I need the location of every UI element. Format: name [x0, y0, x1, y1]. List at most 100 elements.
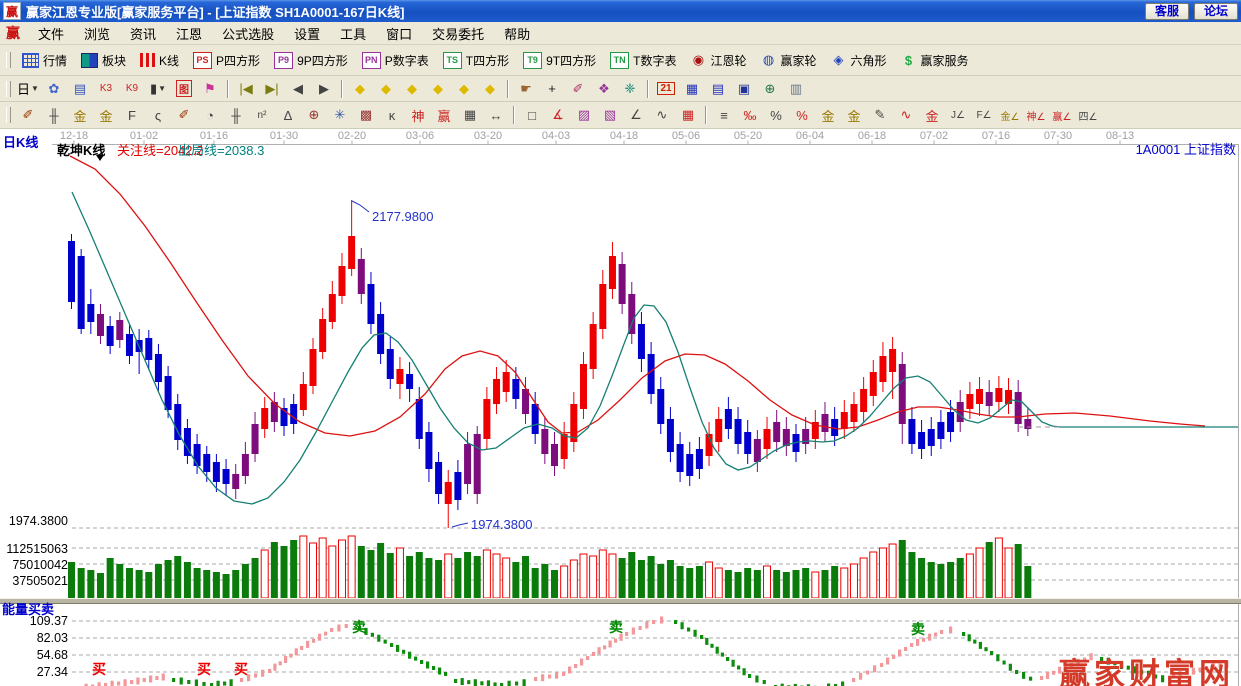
gold-box-tool[interactable]: 金: [919, 104, 945, 126]
shen-tool[interactable]: 神: [405, 104, 431, 126]
menu-item-tools[interactable]: 工具: [330, 22, 376, 45]
wave2-tool[interactable]: ∿: [893, 104, 919, 126]
menu-item-news[interactable]: 资讯: [120, 22, 166, 45]
star-lines-tool[interactable]: ✳: [327, 104, 353, 126]
gold-circle-tool[interactable]: 金: [815, 104, 841, 126]
menu-item-help[interactable]: 帮助: [494, 22, 540, 45]
gann-box-draw-tool[interactable]: ▨: [571, 104, 597, 126]
gann-fan-tool[interactable]: ▧: [597, 104, 623, 126]
pen-tool[interactable]: ✎: [867, 104, 893, 126]
gold-angle-tool[interactable]: 金∠: [997, 104, 1023, 126]
spiral-tool[interactable]: ς: [145, 104, 171, 126]
winner-wheel-button[interactable]: ◍赢家轮: [753, 49, 823, 72]
period-day-selector[interactable]: 日▼: [15, 78, 41, 100]
knot-icon[interactable]: ✿: [41, 78, 67, 100]
clock-cycle-tool[interactable]: ◔: [197, 104, 223, 126]
compress-both-icon[interactable]: ◆: [399, 78, 425, 100]
toolbar-grip[interactable]: [6, 81, 11, 97]
gold-grid-tool[interactable]: 金: [67, 104, 93, 126]
four-angle-tool[interactable]: 四∠: [1075, 104, 1101, 126]
compass-tool[interactable]: ⊕: [301, 104, 327, 126]
marker-tool[interactable]: ✐: [171, 104, 197, 126]
k-mark-tool[interactable]: ĸ: [379, 104, 405, 126]
save-icon[interactable]: ▣: [731, 78, 757, 100]
flag-icon[interactable]: ⚑: [197, 78, 223, 100]
measure-icon[interactable]: ✐: [565, 78, 591, 100]
web-grid-tool[interactable]: ▩: [353, 104, 379, 126]
bars-9-icon[interactable]: K9: [119, 78, 145, 100]
kline-button[interactable]: K线: [133, 49, 186, 72]
wave-tool[interactable]: ∿: [649, 104, 675, 126]
crosshair-icon[interactable]: +: [539, 78, 565, 100]
notes-icon[interactable]: ▤: [705, 78, 731, 100]
drag-hand-icon[interactable]: ☛: [513, 78, 539, 100]
t-square-button[interactable]: TST四方形: [436, 49, 516, 72]
9p-square-button[interactable]: P99P四方形: [267, 49, 355, 72]
menu-item-formula-stock[interactable]: 公式选股: [212, 22, 284, 45]
toolbar-grip[interactable]: [6, 107, 11, 123]
compress-left-icon[interactable]: ◆: [347, 78, 373, 100]
win-angle-tool[interactable]: 赢∠: [1049, 104, 1075, 126]
gold-grid2-tool[interactable]: 金: [93, 104, 119, 126]
winner-service-button[interactable]: $赢家服务: [894, 49, 976, 72]
pencil-tool[interactable]: ✐: [15, 104, 41, 126]
candle-style-selector[interactable]: ▮▼: [145, 78, 171, 100]
gold-lines-tool[interactable]: 金: [841, 104, 867, 126]
width-measure-tool[interactable]: ↔: [483, 104, 509, 126]
menu-item-settings[interactable]: 设置: [284, 22, 330, 45]
angle-tool[interactable]: ∠: [623, 104, 649, 126]
red-grid-tool[interactable]: ▦: [675, 104, 701, 126]
fan-lines-tool[interactable]: ∡: [545, 104, 571, 126]
shen-angle-tool[interactable]: 神∠: [1023, 104, 1049, 126]
printer-icon[interactable]: ▥: [783, 78, 809, 100]
win-tool[interactable]: 赢: [431, 104, 457, 126]
calculator-icon[interactable]: ▦: [679, 78, 705, 100]
matrix-tool[interactable]: ▦: [457, 104, 483, 126]
gann-grid-tool[interactable]: ╫: [41, 104, 67, 126]
menu-item-trade[interactable]: 交易委托: [422, 22, 494, 45]
toolbar-grip[interactable]: [6, 52, 11, 68]
f-angle-tool[interactable]: F∠: [971, 104, 997, 126]
grid-tool[interactable]: ╫: [223, 104, 249, 126]
percent-down-tool[interactable]: ‰: [737, 104, 763, 126]
gann-box-icon[interactable]: ❖: [591, 78, 617, 100]
levels-tool[interactable]: ≡: [711, 104, 737, 126]
9t-square-button[interactable]: T99T四方形: [516, 49, 603, 72]
expand-left-icon[interactable]: ◆: [425, 78, 451, 100]
remote-data-icon[interactable]: ⊕: [757, 78, 783, 100]
quotes-button[interactable]: 行情: [15, 49, 74, 72]
bars-3-icon[interactable]: K3: [93, 78, 119, 100]
menu-item-window[interactable]: 窗口: [376, 22, 422, 45]
menu-item-gann[interactable]: 江恩: [166, 22, 212, 45]
p-number-button[interactable]: PNP数字表: [355, 49, 436, 72]
expand-all-icon[interactable]: ◆: [477, 78, 503, 100]
service-button[interactable]: 客服: [1145, 3, 1189, 20]
compress-right-icon[interactable]: ◆: [373, 78, 399, 100]
sectors-button[interactable]: 板块: [74, 49, 133, 72]
menu-item-file[interactable]: 文件: [28, 22, 74, 45]
percent-tool[interactable]: %: [763, 104, 789, 126]
chart-area[interactable]: 12-1801-0201-1601-3002-2003-0603-2004-03…: [0, 129, 1241, 686]
expand-both-icon[interactable]: ◆: [451, 78, 477, 100]
square-of-nine-tool[interactable]: n²: [249, 104, 275, 126]
triangle-tool[interactable]: ∆: [275, 104, 301, 126]
box-tool[interactable]: □: [519, 104, 545, 126]
t-number-button[interactable]: TNT数字表: [603, 49, 683, 72]
p-square-button[interactable]: PSP四方形: [186, 49, 267, 72]
percent-red-tool[interactable]: %: [789, 104, 815, 126]
next-page-icon[interactable]: ▶: [311, 78, 337, 100]
menu-item-browse[interactable]: 浏览: [74, 22, 120, 45]
gann-wheel-button[interactable]: ◉江恩轮: [683, 49, 753, 72]
prev-page-icon[interactable]: ◀: [285, 78, 311, 100]
hexagon-button[interactable]: ◈六角形: [824, 49, 894, 72]
cycle-tool-icon[interactable]: ❈: [617, 78, 643, 100]
j-angle-tool[interactable]: J∠: [945, 104, 971, 126]
last-page-icon[interactable]: ▶|: [259, 78, 285, 100]
f10-report-icon[interactable]: ▤: [67, 78, 93, 100]
chart-canvas[interactable]: 12-1801-0201-1601-3002-2003-0603-2004-03…: [0, 129, 1241, 686]
first-page-icon[interactable]: |◀: [233, 78, 259, 100]
pattern-icon[interactable]: 图: [171, 78, 197, 100]
forum-button[interactable]: 论坛: [1194, 3, 1238, 20]
fibonacci-tool[interactable]: F: [119, 104, 145, 126]
calendar-icon[interactable]: 21: [653, 78, 679, 100]
